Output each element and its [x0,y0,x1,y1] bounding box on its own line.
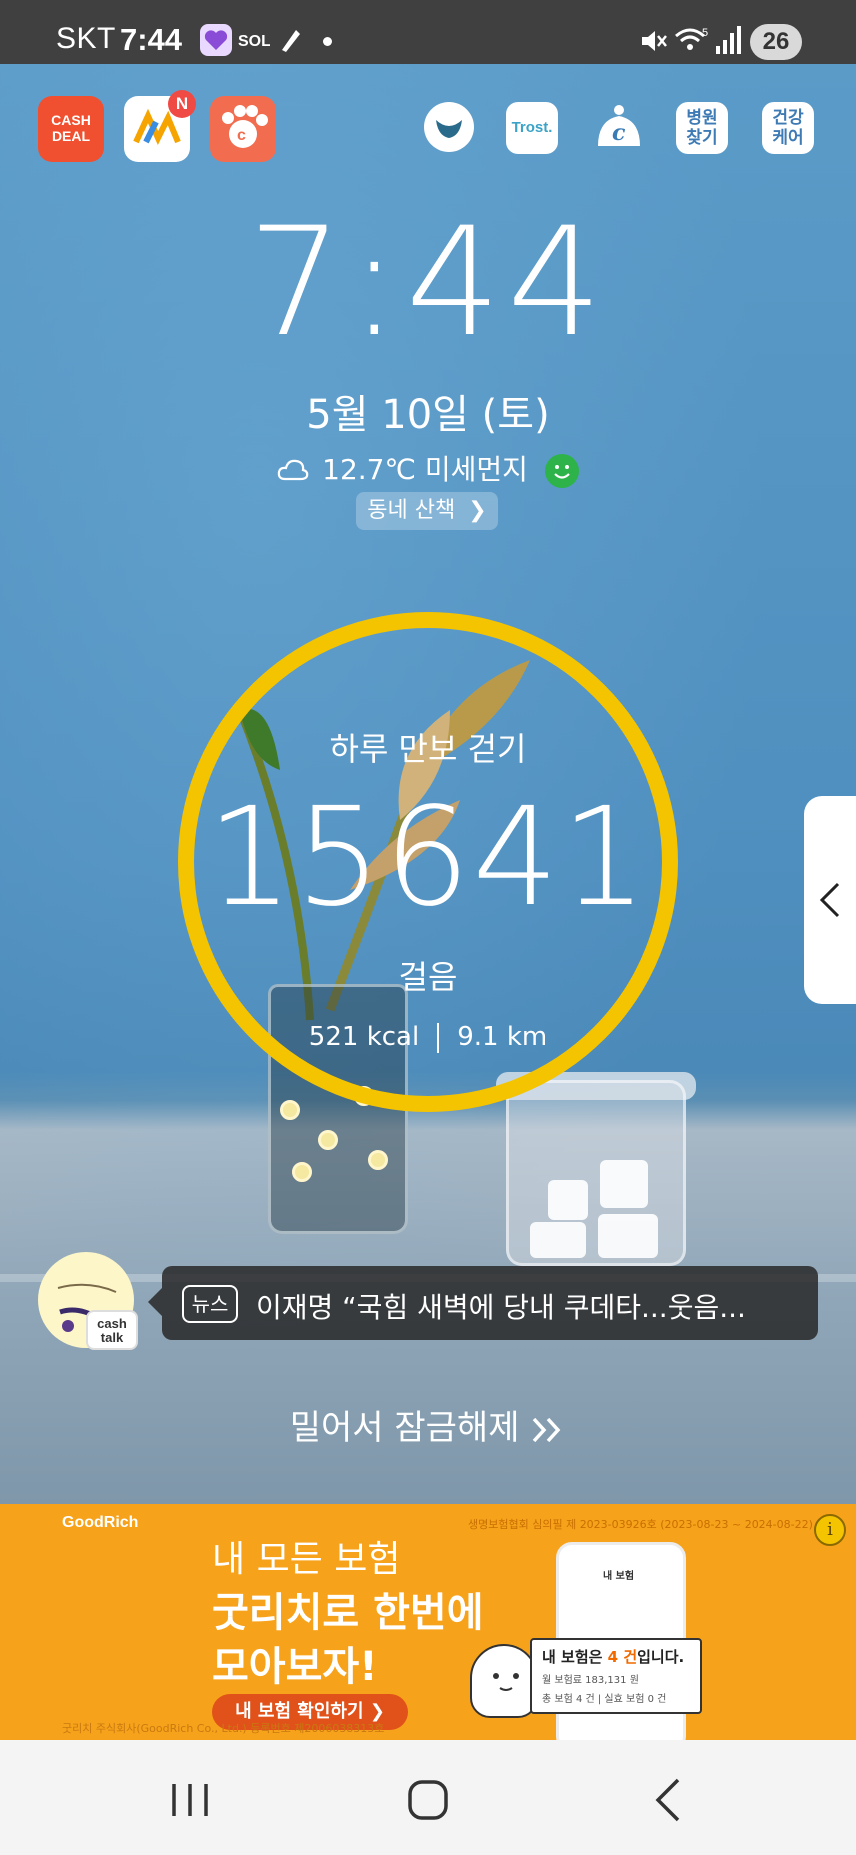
trost-shortcut[interactable]: Trost. [506,102,558,154]
ad-card-title: 내 보험은 4 건입니다. [542,1646,690,1667]
calories-value: 521 kcal [308,1022,420,1052]
back-button[interactable] [640,1770,700,1830]
sugar-cube-decoration [598,1214,658,1258]
ad-card-premium: 월 보험료 183,131 원 [542,1675,639,1686]
paw-icon: c [222,105,268,148]
svg-text:5: 5 [702,27,708,39]
recent-apps-icon [172,1784,208,1816]
hospital-label-1: 병원 [686,108,718,128]
mask-icon [436,120,462,138]
flower-decoration [318,1130,338,1150]
mask-app-shortcut[interactable] [424,102,474,152]
step-widget-title: 하루 만보 걷기 [329,730,527,768]
cashtalk-badge-line2: talk [100,1330,124,1345]
health-label-2: 케어 [772,128,804,148]
hospital-label-2: 찾기 [686,128,718,148]
bell-icon: c [598,105,640,146]
heart-app-icon [200,24,232,56]
step-count: 15641 [206,779,650,937]
status-bar: SKT 7:44 SOL 5 26 [0,0,856,64]
ad-card-title-pre: 내 보험은 [542,1648,608,1666]
cash-deal-label-1: CASH [51,112,91,128]
sugar-cube-decoration [600,1160,648,1208]
ad-card-totals: 총 보험 4 건 | 실효 보험 0 건 [542,1694,667,1705]
cashtalk-badge: cash talk [86,1310,138,1350]
new-badge: N [168,90,196,118]
svg-text:SOL: SOL [238,33,270,50]
weather-row[interactable]: 12.7℃ 미세먼지 [0,448,856,488]
ad-phone-title: 내 보험 [603,1571,635,1582]
ad-card-count: 4 건 [607,1648,638,1666]
status-time: 7:44 [120,22,183,57]
walk-chip-label: 동네 산책 [367,498,456,523]
svg-text:c: c [237,127,246,144]
news-ticker[interactable]: 뉴스 이재명 “국힘 새벽에 당내 쿠데타...웃음... [148,1266,818,1340]
flower-decoration [368,1150,388,1170]
health-care-shortcut[interactable]: 건강 케어 [762,102,814,154]
news-app-shortcut[interactable]: N [124,90,196,162]
news-tag: 뉴스 [182,1285,238,1323]
home-button[interactable] [398,1770,458,1830]
chevron-left-icon [819,882,840,918]
ad-registration: 생명보험협회 심의필 제 2023-03926호 (2023-08-23 ~ 2… [468,1518,813,1531]
unlock-label: 밀어서 잠금해제 [289,1408,520,1448]
distance-value: 9.1 km [457,1022,548,1052]
cash-deal-shortcut[interactable]: CASH DEAL [38,96,104,162]
cashtalk-badge-line1: cash [97,1316,127,1331]
paw-app-shortcut[interactable]: c [210,96,276,162]
cash-deal-label-2: DEAL [51,128,91,144]
ad-headline-2: 굿리치로 한번에 [212,1590,484,1636]
flower-decoration [280,1100,300,1120]
sol-bank-icon: SOL [236,24,271,56]
edge-panel-handle[interactable] [804,796,856,1004]
ad-headline-3: 모아보자! [212,1644,378,1690]
fine-dust-good-icon [544,454,579,488]
weather-text: 12.7℃ 미세먼지 [322,453,528,486]
step-unit: 걸음 [398,958,458,996]
ad-info-icon[interactable]: i [814,1514,846,1546]
sugar-cube-decoration [548,1180,588,1220]
notification-dot [323,37,332,46]
recent-apps-button[interactable] [160,1770,220,1830]
cloud-icon [277,455,309,488]
signal-icon [714,24,744,60]
stats-divider [437,1022,440,1053]
ad-company-info: 굿리치 주식회사(GoodRich Co., Ltd.) 등록번호 제20060… [62,1722,385,1735]
unlock-hint[interactable]: 밀어서 잠금해제 [0,1400,856,1449]
hospital-finder-shortcut[interactable]: 병원 찾기 [676,102,728,154]
pen-app-icon [274,24,306,56]
step-stats: 521 kcal 9.1 km [0,1022,856,1053]
lockscreen-date: 5월 10일 (토) [306,392,550,438]
sugar-cube-decoration [530,1222,586,1258]
svg-text:c: c [612,120,626,146]
flower-decoration [292,1162,312,1182]
back-icon [655,1778,680,1822]
carrier-label: SKT [56,22,116,55]
lockscreen-clock: 7:44 [247,196,609,370]
ad-card-title-post: 입니다. [637,1648,685,1666]
bell-app-shortcut[interactable]: c [590,98,648,156]
walk-chip-button[interactable]: 동네 산책 ❯ [356,492,498,530]
wifi-5g-icon: 5 [674,24,712,60]
ad-summary-card: 내 보험은 4 건입니다. 월 보험료 183,131 원 총 보험 4 건 |… [530,1638,702,1714]
health-label-1: 건강 [772,108,804,128]
chevron-right-icon: ❯ [468,498,487,523]
ad-headline-1: 내 모든 보험 [212,1539,401,1580]
navigation-bar [0,1740,856,1855]
ad-banner[interactable]: GoodRich 생명보험협회 심의필 제 2023-03926호 (2023-… [0,1504,856,1740]
double-chevron-right-icon [530,1408,566,1448]
ad-mascot [470,1644,538,1718]
mute-icon [638,26,668,60]
ad-brand-logo: GoodRich [62,1514,139,1531]
home-icon [408,1780,448,1820]
battery-indicator: 26 [750,24,802,60]
news-headline: 이재명 “국힘 새벽에 당내 쿠데타...웃음... [256,1291,746,1324]
